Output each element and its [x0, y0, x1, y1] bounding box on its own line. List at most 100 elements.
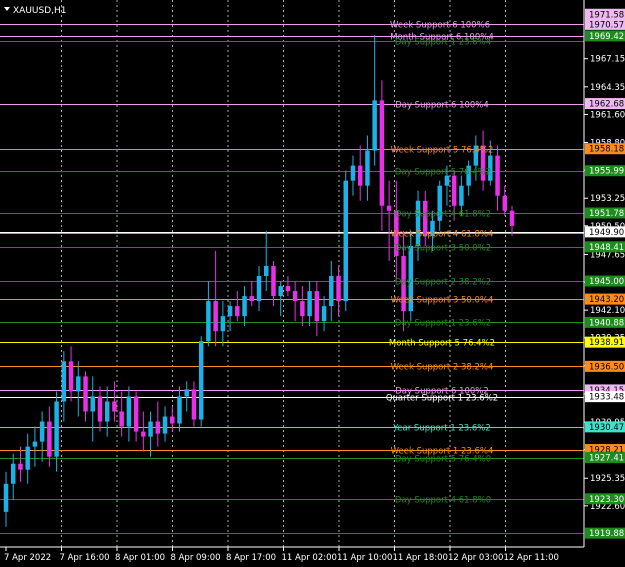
price-tick-label: 1961.60 — [590, 110, 625, 120]
bear-candle — [451, 175, 457, 206]
price-tag-label: 1971.58 — [589, 10, 624, 20]
price-tag-label: 1970.57 — [589, 20, 624, 30]
bear-candle — [155, 421, 161, 434]
bear-candle — [133, 396, 139, 432]
bull-candle — [198, 341, 204, 420]
bull-candle — [76, 376, 81, 392]
level-label: Quarter Support 1 23.6%2 — [386, 394, 498, 404]
price-tag-label: 1949.90 — [589, 228, 624, 238]
bear-candle — [285, 286, 291, 292]
bull-candle — [459, 185, 464, 206]
bear-candle — [495, 155, 500, 196]
price-tag-label: 1962.68 — [589, 100, 624, 110]
triangle-down-icon[interactable] — [4, 7, 10, 11]
bull-candle — [343, 180, 348, 302]
level-label: Day Support 2 38.2%2 — [395, 278, 491, 288]
chart-title[interactable]: XAUUSD,H1 — [4, 6, 67, 16]
bear-candle — [170, 416, 175, 424]
bear-candle — [314, 291, 320, 322]
time-label: 7 Apr 16:00 — [60, 553, 110, 563]
price-tag-label: 1951.78 — [589, 209, 624, 219]
bear-candle — [47, 421, 52, 457]
time-label: 11 Apr 18:00 — [393, 553, 448, 563]
price-tag-label: 1936.50 — [589, 362, 624, 372]
bear-candle — [357, 165, 363, 186]
price-tag-label: 1927.41 — [589, 454, 624, 464]
bull-candle — [256, 276, 262, 302]
bull-candle — [54, 401, 59, 457]
level-label: Week Support 3 50.0%4 — [391, 296, 494, 306]
bull-candle — [90, 396, 95, 412]
price-axis — [0, 0, 585, 548]
bull-candle — [162, 416, 168, 434]
level-label: Day Support 1 23.6%4 — [395, 38, 491, 48]
bull-candle — [278, 286, 283, 297]
time-label: 12 Apr 03:00 — [448, 553, 503, 563]
bear-candle — [191, 389, 197, 420]
bear-candle — [83, 376, 88, 412]
bull-candle — [372, 100, 377, 151]
price-tag-label: 1923.30 — [589, 495, 624, 505]
level-label: Day Support 5 76.4%2 — [395, 168, 491, 178]
bull-candle — [307, 291, 312, 317]
bear-candle — [509, 210, 515, 226]
time-label: 11 Apr 02:00 — [282, 553, 337, 563]
price-tag-label: 1948.41 — [589, 243, 624, 253]
level-label: Day Support 4 61.8%0 — [395, 496, 491, 506]
price-tag-label: 1933.48 — [589, 393, 624, 403]
price-tick-label: 1942.10 — [590, 306, 625, 316]
bull-candle — [227, 306, 233, 317]
bear-candle — [292, 291, 298, 302]
bear-candle — [502, 195, 508, 211]
price-tag-label: 1955.99 — [589, 167, 624, 177]
level-label: Week Support 4 61.8%4 — [391, 230, 494, 240]
price-tag-label: 1930.47 — [589, 423, 624, 433]
time-label: 8 Apr 01:00 — [115, 553, 165, 563]
bear-candle — [249, 296, 255, 302]
level-label: Week Support 6 100%6 — [390, 21, 490, 31]
bull-candle — [184, 389, 189, 397]
price-tick-label: 1925.35 — [590, 474, 625, 484]
bear-candle — [18, 463, 23, 470]
bull-candle — [104, 401, 110, 422]
bull-candle — [242, 296, 247, 317]
bear-candle — [300, 301, 305, 317]
bull-candle — [206, 301, 211, 342]
level-label: Day Support 6 100%4 — [395, 101, 489, 111]
level-label: Year Support 1 23.6%2 — [392, 424, 491, 434]
bull-candle — [10, 463, 16, 484]
price-tag-label: 1945.00 — [589, 277, 624, 287]
time-label: 11 Apr 10:00 — [337, 553, 392, 563]
symbol-label: XAUUSD,H1 — [13, 6, 67, 16]
bear-candle — [97, 396, 103, 422]
level-label: Week Support 5 76.4%2 — [391, 146, 494, 156]
bull-candle — [148, 421, 153, 437]
level-label: Day Support 1 23.6%2 — [395, 319, 491, 329]
bull-candle — [177, 396, 182, 424]
bull-candle — [126, 396, 132, 427]
bull-candle — [321, 306, 327, 322]
bear-candle — [386, 205, 392, 211]
time-label: 7 Apr 2022 — [4, 553, 51, 563]
level-label: Month Support 5 76.4%2 — [389, 339, 495, 349]
bull-candle — [3, 483, 9, 512]
level-label: Day Support 5 76.4%0 — [395, 455, 491, 465]
bull-candle — [25, 446, 30, 470]
price-tick-label: 1964.35 — [590, 83, 625, 93]
bull-candle — [350, 165, 356, 181]
bull-candle — [329, 276, 334, 307]
bear-candle — [68, 361, 74, 392]
chart-window[interactable]: Week Support 6 100%6 Month Support 6 100%… — [0, 0, 625, 567]
level-label: Week Support 2 38.2%4 — [391, 363, 494, 373]
bear-candle — [213, 301, 218, 332]
bull-candle — [220, 316, 226, 332]
price-tag-label: 1940.88 — [589, 318, 624, 328]
bull-candle — [39, 421, 45, 442]
bear-candle — [141, 431, 146, 437]
bear-candle — [336, 276, 341, 302]
price-tick-label: 1967.15 — [590, 55, 625, 65]
price-chart[interactable]: Week Support 6 100%6Month Support 6 100%… — [0, 0, 625, 567]
bull-candle — [61, 361, 67, 402]
bear-candle — [379, 100, 385, 206]
price-tag-label: 1969.42 — [589, 32, 624, 42]
